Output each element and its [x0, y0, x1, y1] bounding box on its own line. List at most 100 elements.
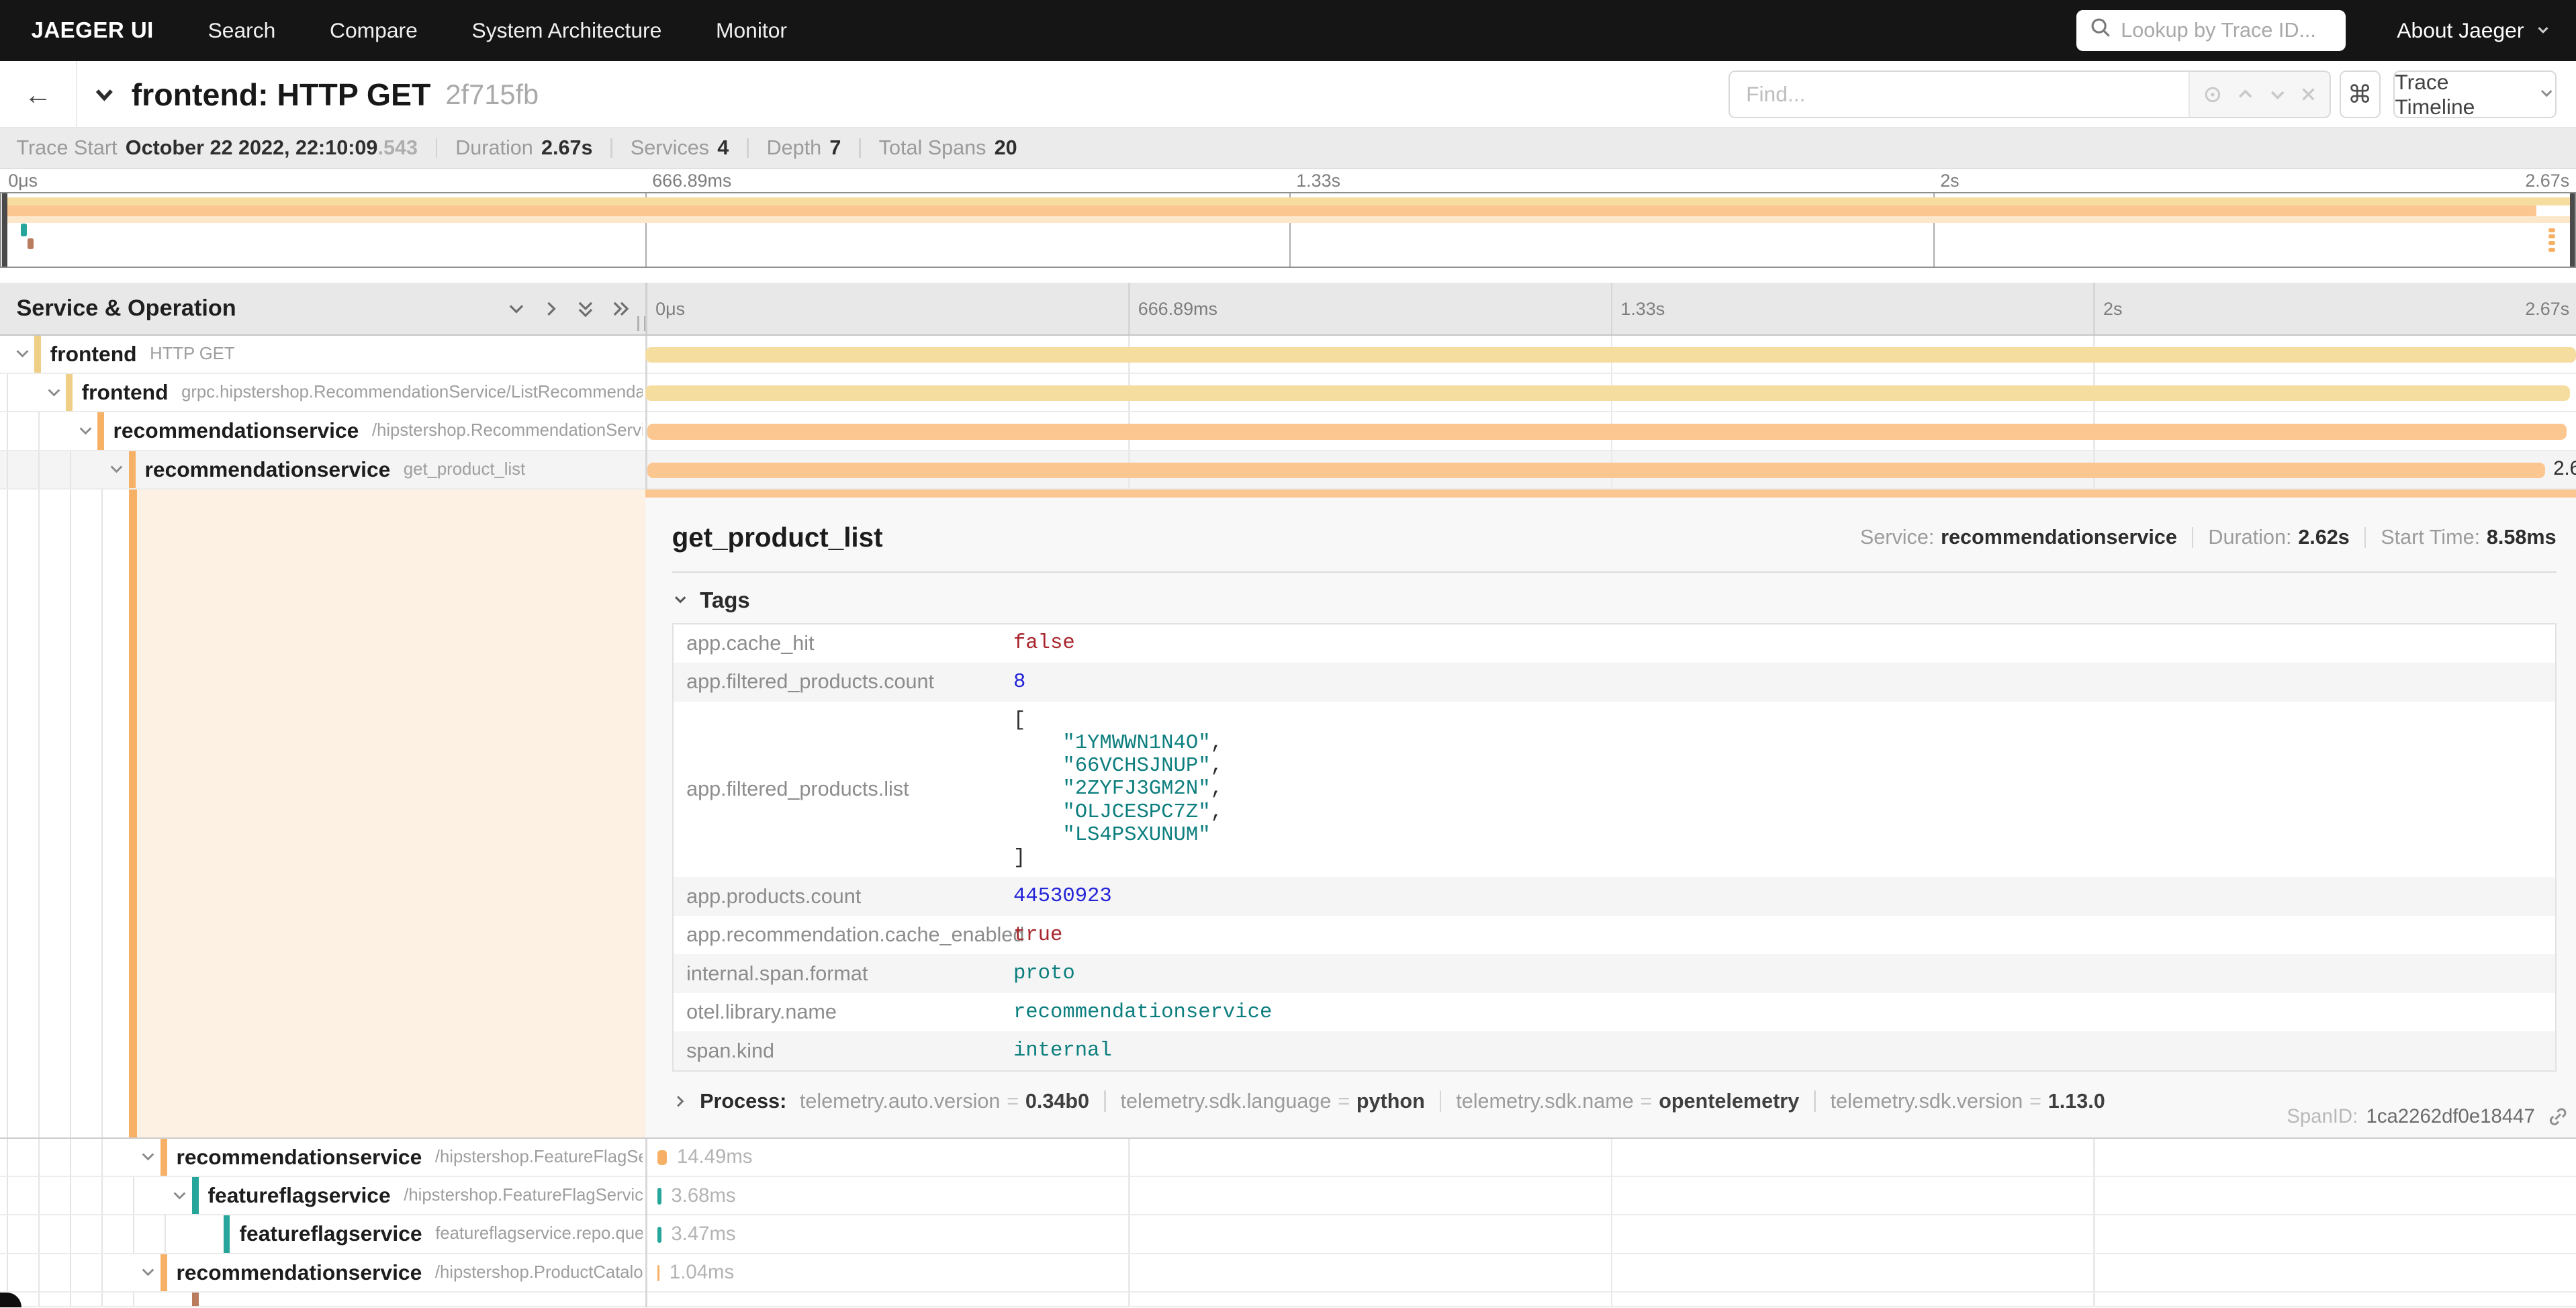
span-operation-name: /hipstershop.FeatureFlagService/Ge... — [404, 1186, 642, 1205]
process-value: 0.34b0 — [1025, 1090, 1089, 1113]
indent-guide — [7, 1177, 8, 1214]
minimap-span-bar — [2548, 248, 2555, 252]
chevron-down-icon — [672, 588, 688, 613]
tag-key: app.products.count — [686, 885, 1013, 908]
expand-all-icon[interactable] — [610, 298, 631, 320]
chevron-down-icon[interactable] — [139, 1264, 157, 1282]
span-duration-bar[interactable] — [647, 463, 2545, 478]
clear-find-icon[interactable] — [2299, 85, 2317, 103]
tag-row: app.recommendation.cache_enabledtrue — [674, 916, 2555, 954]
keyboard-shortcuts-button[interactable]: ⌘ — [2340, 71, 2381, 118]
collapse-trace-icon[interactable] — [92, 82, 117, 107]
process-items: telemetry.auto.version = 0.34b0 telemetry.s… — [800, 1090, 2105, 1113]
minimap-canvas[interactable] — [0, 192, 2576, 268]
summary-label: Total Spans — [879, 136, 986, 160]
nav-item-compare[interactable]: Compare — [330, 18, 418, 43]
span-row[interactable]: frontendHTTP GET — [0, 336, 2576, 374]
ruler-gridline — [2093, 283, 2095, 334]
about-jaeger-menu[interactable]: About Jaeger — [2397, 0, 2550, 61]
indent-guide — [7, 1254, 8, 1291]
separator — [859, 138, 860, 158]
app-logo[interactable]: JAEGER UI — [31, 17, 153, 43]
find-input[interactable] — [1729, 71, 2189, 118]
chevron-down-icon[interactable] — [77, 422, 95, 440]
span-row[interactable]: recommendationservice/hipstershop.Recomm… — [0, 412, 2576, 451]
tag-key: app.recommendation.cache_enabled — [686, 923, 1013, 947]
chevron-down-icon[interactable] — [45, 383, 63, 402]
tag-row: app.filtered_products.count8 — [674, 663, 2555, 701]
link-icon[interactable] — [2546, 1105, 2569, 1128]
summary-value: 20 — [995, 136, 1017, 160]
minimap-right-scrubber[interactable] — [2570, 193, 2575, 267]
span-duration-label: 3.68ms — [671, 1184, 735, 1207]
tag-value: proto — [1013, 955, 1075, 992]
indent-guide — [38, 1293, 40, 1307]
trace-lookup[interactable] — [2076, 10, 2346, 51]
process-item: telemetry.sdk.language=python — [1121, 1090, 1425, 1113]
collapse-all-icon[interactable] — [575, 298, 596, 320]
ruler-tick-label: 2.67s — [2525, 299, 2569, 320]
span-id-value: 1ca2262df0e18447 — [2366, 1105, 2535, 1128]
process-key: telemetry.auto.version — [800, 1090, 1001, 1113]
chevron-down-icon[interactable] — [13, 345, 32, 363]
span-row[interactable]: frontendgrpc.hipstershop.RecommendationS… — [0, 374, 2576, 412]
minimap-left-scrubber[interactable] — [2, 193, 7, 267]
expand-one-icon[interactable] — [541, 298, 562, 320]
next-match-icon[interactable] — [2268, 85, 2287, 104]
process-row[interactable]: Process: telemetry.auto.version=0.34b0te… — [672, 1090, 2557, 1113]
span-detail-panel: get_product_list Service:recommendations… — [645, 489, 2576, 1139]
trace-lookup-input[interactable] — [2121, 19, 2318, 42]
summary-label: Trace Start — [16, 136, 117, 160]
indent-guide — [7, 451, 8, 488]
span-row[interactable]: featureflagservice/hipstershop.FeatureFl… — [0, 1177, 2576, 1215]
process-value: 1.13.0 — [2048, 1090, 2105, 1113]
nav-item-monitor[interactable]: Monitor — [716, 18, 787, 43]
collapse-one-icon[interactable] — [506, 298, 527, 320]
span-duration-bar[interactable] — [657, 1227, 661, 1243]
span-duration-bar[interactable] — [657, 1188, 661, 1204]
summary-suffix: .543 — [377, 136, 418, 160]
nav-item-system-architecture[interactable]: System Architecture — [472, 18, 662, 43]
summary-item: Services4 — [631, 136, 729, 160]
chevron-down-icon[interactable] — [171, 1186, 189, 1205]
summary-value: 7 — [829, 136, 841, 160]
detail-row-highlight — [137, 489, 646, 1137]
chevron-down-icon[interactable] — [107, 461, 126, 479]
jaeger-ui-app: JAEGER UI Search Compare System Architectu… — [0, 0, 2576, 1307]
span-row[interactable]: recommendationservice/hipstershop.Produc… — [0, 1254, 2576, 1293]
span-row[interactable] — [0, 1293, 2576, 1308]
summary-item: Trace StartOctober 22 2022, 22:10:09.543 — [16, 136, 418, 160]
minimap-span-bar — [5, 216, 2571, 223]
divider — [672, 571, 2557, 573]
tags-section-toggle[interactable]: Tags — [672, 588, 771, 613]
span-duration-label: 3.47ms — [671, 1223, 735, 1246]
detail-meta-item: Duration:2.62s — [2208, 526, 2349, 549]
span-duration-bar[interactable] — [647, 424, 2566, 439]
span-name: frontendHTTP GET — [50, 336, 235, 373]
span-duration-bar[interactable] — [657, 1265, 660, 1281]
equals-sign: = — [1338, 1090, 1350, 1113]
tag-row: app.cache_hitfalse — [674, 624, 2555, 663]
span-duration-bar[interactable] — [645, 385, 2570, 401]
equals-sign: = — [1007, 1090, 1019, 1113]
indent-guide — [70, 489, 71, 1137]
minimap-span-bar — [28, 238, 34, 249]
span-duration-bar[interactable] — [657, 1150, 668, 1165]
indent-guide — [133, 1215, 134, 1252]
prev-match-icon[interactable] — [2236, 85, 2255, 104]
process-key: telemetry.sdk.name — [1456, 1090, 1634, 1113]
focus-match-icon[interactable] — [2202, 84, 2223, 105]
timeline-header: Service & Operation 0μs666.89ms1.33s2s2.… — [0, 283, 2576, 336]
view-mode-select[interactable]: Trace Timeline — [2393, 71, 2556, 118]
detail-meta-item: Start Time:8.58ms — [2381, 526, 2556, 549]
span-duration-bar[interactable] — [645, 347, 2576, 363]
detail-meta-value: recommendationservice — [1941, 526, 2177, 549]
span-row[interactable]: featureflagservicefeatureflagservice.rep… — [0, 1215, 2576, 1254]
back-button[interactable]: ← — [0, 61, 77, 128]
span-row[interactable]: recommendationserviceget_product_list2.6… — [0, 451, 2576, 489]
nav-item-search[interactable]: Search — [208, 18, 276, 43]
chevron-down-icon[interactable] — [139, 1148, 157, 1166]
span-row[interactable]: recommendationservice/hipstershop.Featur… — [0, 1139, 2576, 1177]
process-item: telemetry.auto.version = 0.34b0 — [800, 1090, 1089, 1113]
indent-guide — [101, 1139, 103, 1176]
